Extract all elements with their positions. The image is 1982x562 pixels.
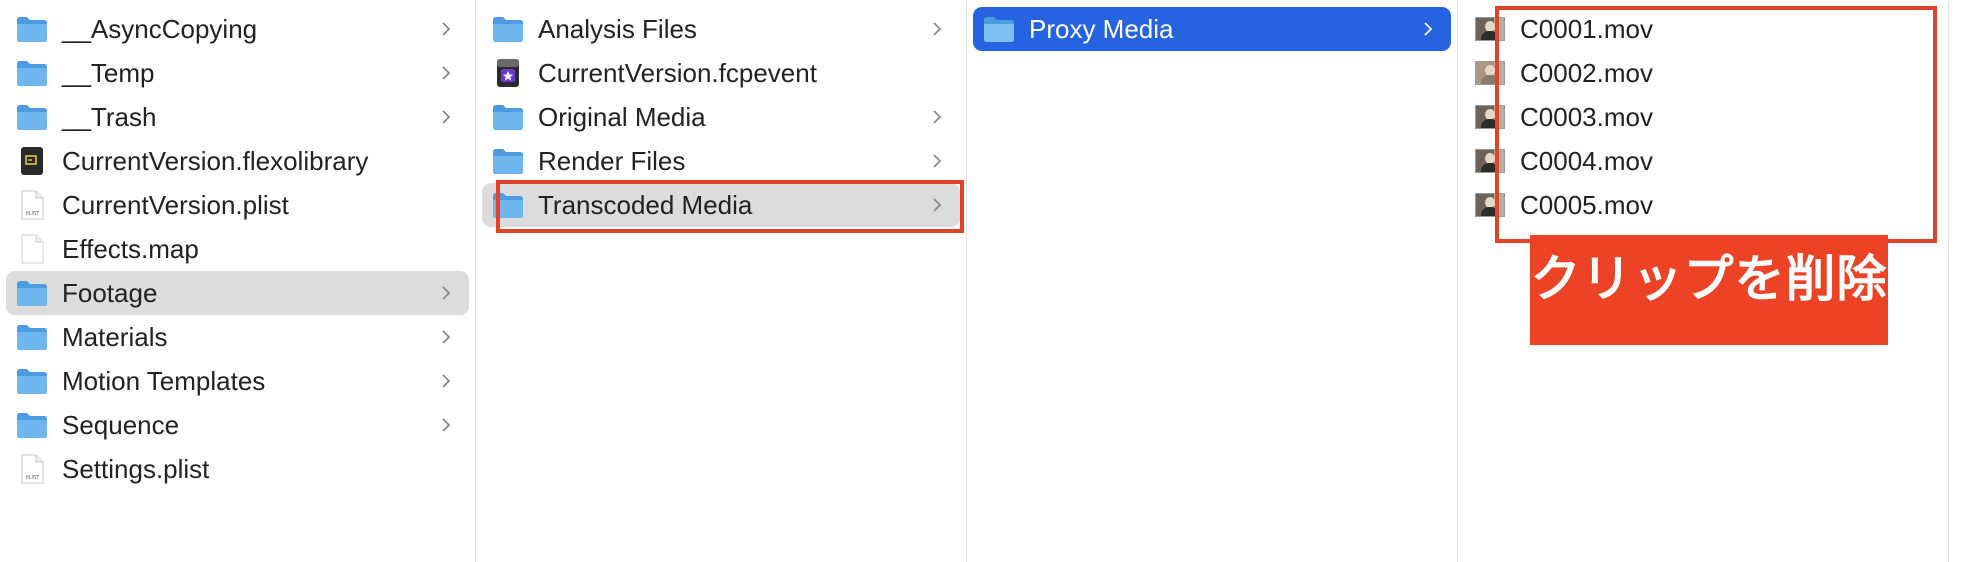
row-effects-map[interactable]: Effects.map — [6, 227, 469, 271]
row-label: C0002.mov — [1520, 57, 1653, 88]
row-label: Settings.plist — [62, 453, 210, 484]
row-label: C0003.mov — [1520, 101, 1653, 132]
row-label: Materials — [62, 321, 168, 352]
row-analysis-files[interactable]: Analysis Files — [482, 7, 960, 51]
row-label: Footage — [62, 277, 158, 308]
column-1[interactable]: __AsyncCopying __Temp __Trash CurrentVer… — [0, 0, 476, 562]
row-proxy-media[interactable]: Proxy Media — [973, 7, 1451, 51]
row-sequence[interactable]: Sequence — [6, 403, 469, 447]
chevron-right-icon — [932, 109, 942, 125]
row-c0004[interactable]: C0004.mov — [1464, 139, 1942, 183]
video-thumbnail-icon — [1474, 58, 1506, 88]
folder-icon — [492, 14, 524, 44]
chevron-right-icon — [1423, 21, 1433, 37]
row-footage[interactable]: Footage — [6, 271, 469, 315]
chevron-right-icon — [932, 21, 942, 37]
row-c0001[interactable]: C0001.mov — [1464, 7, 1942, 51]
row-label: C0005.mov — [1520, 189, 1653, 220]
row-c0005[interactable]: C0005.mov — [1464, 183, 1942, 227]
chevron-right-icon — [441, 329, 451, 345]
row-settings-plist[interactable]: PLIST Settings.plist — [6, 447, 469, 491]
row-label: C0004.mov — [1520, 145, 1653, 176]
chevron-right-icon — [441, 65, 451, 81]
chevron-right-icon — [441, 285, 451, 301]
row-render-files[interactable]: Render Files — [482, 139, 960, 183]
row-label: Original Media — [538, 101, 706, 132]
chevron-right-icon — [441, 373, 451, 389]
chevron-right-icon — [441, 21, 451, 37]
row-label: Render Files — [538, 145, 686, 176]
svg-text:PLIST: PLIST — [26, 475, 40, 481]
chevron-right-icon — [932, 197, 942, 213]
row-label: Sequence — [62, 409, 180, 440]
row-label: C0001.mov — [1520, 13, 1653, 44]
folder-icon — [16, 278, 48, 308]
folder-icon — [16, 102, 48, 132]
column-2[interactable]: Analysis Files CurrentVersion.fcpevent O… — [476, 0, 967, 562]
svg-text:PLIST: PLIST — [26, 211, 40, 217]
row-transcoded-media[interactable]: Transcoded Media — [482, 183, 960, 227]
folder-icon — [16, 322, 48, 352]
row-materials[interactable]: Materials — [6, 315, 469, 359]
row-async-copying[interactable]: __AsyncCopying — [6, 7, 469, 51]
row-label: Analysis Files — [538, 13, 697, 44]
row-original-media[interactable]: Original Media — [482, 95, 960, 139]
video-thumbnail-icon — [1474, 102, 1506, 132]
video-thumbnail-icon — [1474, 190, 1506, 220]
row-label: Transcoded Media — [538, 189, 753, 220]
row-label: __AsyncCopying — [62, 13, 258, 44]
flexolibrary-file-icon — [16, 146, 48, 176]
row-flexolibrary[interactable]: CurrentVersion.flexolibrary — [6, 139, 469, 183]
folder-icon — [16, 366, 48, 396]
folder-icon — [16, 410, 48, 440]
row-c0002[interactable]: C0002.mov — [1464, 51, 1942, 95]
blank-file-icon — [16, 234, 48, 264]
chevron-right-icon — [441, 417, 451, 433]
row-label: Motion Templates — [62, 365, 266, 396]
delete-clips-banner: クリップを削除 — [1530, 235, 1888, 345]
chevron-right-icon — [441, 109, 451, 125]
row-label: Proxy Media — [1029, 13, 1174, 44]
video-thumbnail-icon — [1474, 146, 1506, 176]
row-label: CurrentVersion.fcpevent — [538, 57, 817, 88]
video-thumbnail-icon — [1474, 14, 1506, 44]
row-trash[interactable]: __Trash — [6, 95, 469, 139]
row-label: CurrentVersion.plist — [62, 189, 289, 220]
folder-icon — [492, 102, 524, 132]
column-3[interactable]: Proxy Media — [967, 0, 1458, 562]
row-motion-templates[interactable]: Motion Templates — [6, 359, 469, 403]
row-label: CurrentVersion.flexolibrary — [62, 145, 369, 176]
finder-column-browser: __AsyncCopying __Temp __Trash CurrentVer… — [0, 0, 1982, 562]
plist-file-icon: PLIST — [16, 190, 48, 220]
folder-icon — [492, 146, 524, 176]
chevron-right-icon — [932, 153, 942, 169]
row-label: __Temp — [62, 57, 155, 88]
row-label: __Trash — [62, 101, 157, 132]
folder-icon — [983, 14, 1015, 44]
fcpevent-file-icon — [492, 58, 524, 88]
column-5-empty — [1949, 0, 1982, 562]
folder-icon — [492, 190, 524, 220]
folder-icon — [16, 58, 48, 88]
row-c0003[interactable]: C0003.mov — [1464, 95, 1942, 139]
row-fcpevent[interactable]: CurrentVersion.fcpevent — [482, 51, 960, 95]
row-label: Effects.map — [62, 233, 199, 264]
row-temp[interactable]: __Temp — [6, 51, 469, 95]
plist-file-icon: PLIST — [16, 454, 48, 484]
folder-icon — [16, 14, 48, 44]
row-currentversion-plist[interactable]: PLIST CurrentVersion.plist — [6, 183, 469, 227]
